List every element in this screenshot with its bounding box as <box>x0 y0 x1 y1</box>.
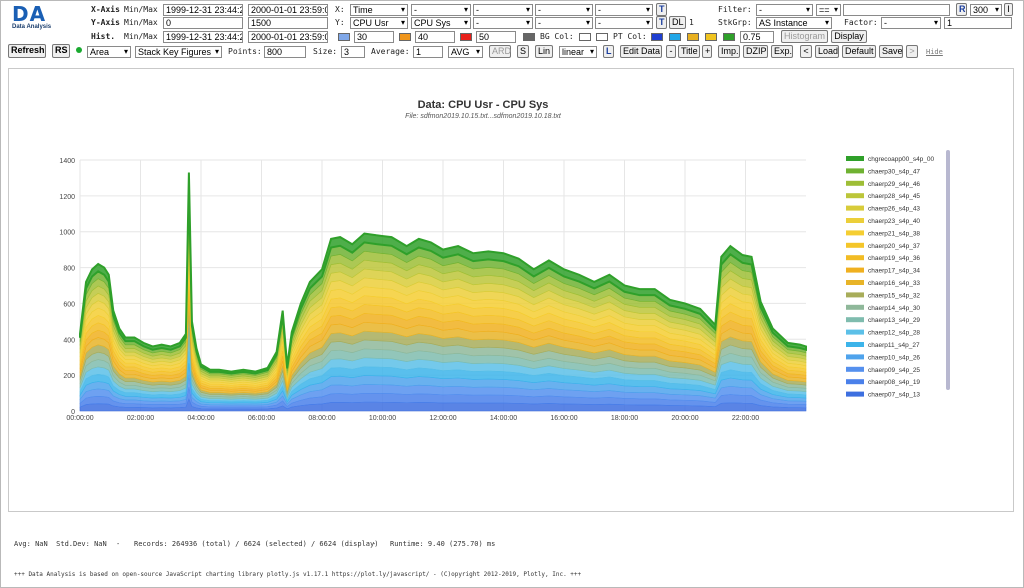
y-tick-label: 400 <box>63 337 75 344</box>
legend-entry[interactable]: chaerp09_s4p_25 <box>868 367 920 374</box>
legend-swatch[interactable] <box>846 317 864 323</box>
x-tick-label: 18:00:00 <box>611 415 638 422</box>
chart-subtitle: File: sdfmon2019.10.15.txt...sdfmon2019.… <box>405 113 562 120</box>
legend-entry[interactable]: chaerp17_s4p_34 <box>868 268 920 275</box>
legend-swatch[interactable] <box>846 218 864 223</box>
legend-entry[interactable]: chaerp14_s4p_30 <box>868 305 920 312</box>
legend-swatch[interactable] <box>846 193 864 199</box>
legend-entry[interactable]: chaerp20_s4p_37 <box>868 243 920 250</box>
legend-swatch[interactable] <box>846 168 864 174</box>
legend-entry[interactable]: chaerp07_s4p_13 <box>868 392 920 399</box>
legend-entry[interactable]: chaerp16_s4p_33 <box>868 280 920 287</box>
x-tick-label: 16:00:00 <box>550 415 577 422</box>
status-runtime: Runtime: 9.40 (275.70) ms <box>390 540 496 548</box>
legend-swatch[interactable] <box>846 354 864 360</box>
x-tick-label: 12:00:00 <box>429 415 456 422</box>
legend-swatch[interactable] <box>846 156 864 161</box>
legend-swatch[interactable] <box>846 255 864 261</box>
legend-entry[interactable]: chaerp29_s4p_46 <box>868 181 920 188</box>
y-tick-label: 600 <box>63 301 75 308</box>
legend-entry[interactable]: chaerp19_s4p_36 <box>868 255 920 262</box>
legend-entry[interactable]: chaerp23_s4p_40 <box>868 218 920 225</box>
legend-entry[interactable]: chaerp26_s4p_43 <box>868 206 920 213</box>
legend-scrollbar[interactable] <box>946 150 950 390</box>
legend-swatch[interactable] <box>846 379 864 385</box>
x-tick-label: 14:00:00 <box>490 415 517 422</box>
legend-swatch[interactable] <box>846 230 864 236</box>
legend-swatch[interactable] <box>846 304 864 310</box>
legend-entry[interactable]: chgrecoapp00_s4p_00 <box>868 156 935 163</box>
legend-swatch[interactable] <box>846 205 864 211</box>
y-tick-label: 1200 <box>59 194 75 201</box>
legend-swatch[interactable] <box>846 292 864 298</box>
status-avg: Avg: NaN Std.Dev: NaN <box>14 540 107 548</box>
chart[interactable]: Data: CPU Usr - CPU Sys File: sdfmon2019… <box>0 0 1024 588</box>
y-tick-label: 800 <box>63 266 75 273</box>
y-tick-label: 1400 <box>59 158 75 165</box>
legend-swatch[interactable] <box>846 391 864 397</box>
legend-swatch[interactable] <box>846 267 864 273</box>
x-tick-label: 08:00:00 <box>308 415 335 422</box>
legend-swatch[interactable] <box>846 329 864 335</box>
x-tick-label: 10:00:00 <box>369 415 396 422</box>
legend-entry[interactable]: chaerp08_s4p_19 <box>868 379 920 386</box>
legend-entry[interactable]: chaerp15_s4p_32 <box>868 292 920 299</box>
y-tick-label: 200 <box>63 373 75 380</box>
status-separator-2: - <box>372 540 377 548</box>
status-separator-1: - <box>116 540 121 548</box>
legend-entry[interactable]: chaerp30_s4p_47 <box>868 168 920 175</box>
x-tick-label: 20:00:00 <box>671 415 698 422</box>
chart-title: Data: CPU Usr - CPU Sys <box>418 99 549 111</box>
status-records: Records: 264936 (total) / 6624 (selected… <box>134 540 379 548</box>
footer-credit: +++ Data Analysis is based on open-sourc… <box>14 571 582 578</box>
legend-entry[interactable]: chaerp21_s4p_38 <box>868 230 920 237</box>
legend-swatch[interactable] <box>846 366 864 372</box>
x-tick-label: 02:00:00 <box>127 415 154 422</box>
legend-entry[interactable]: chaerp28_s4p_45 <box>868 193 920 200</box>
y-tick-label: 1000 <box>59 230 75 237</box>
legend-swatch[interactable] <box>846 342 864 347</box>
legend-swatch[interactable] <box>846 280 864 285</box>
x-tick-label: 00:00:00 <box>66 415 93 422</box>
x-tick-label: 06:00:00 <box>248 415 275 422</box>
legend-entry[interactable]: chaerp13_s4p_29 <box>868 317 920 324</box>
x-tick-label: 04:00:00 <box>187 415 214 422</box>
legend-entry[interactable]: chaerp10_s4p_26 <box>868 354 920 361</box>
legend-swatch[interactable] <box>846 242 864 248</box>
legend-entry[interactable]: chaerp11_s4p_27 <box>868 342 920 349</box>
legend-entry[interactable]: chaerp12_s4p_28 <box>868 330 920 337</box>
legend-swatch[interactable] <box>846 180 864 186</box>
x-tick-label: 22:00:00 <box>732 415 759 422</box>
